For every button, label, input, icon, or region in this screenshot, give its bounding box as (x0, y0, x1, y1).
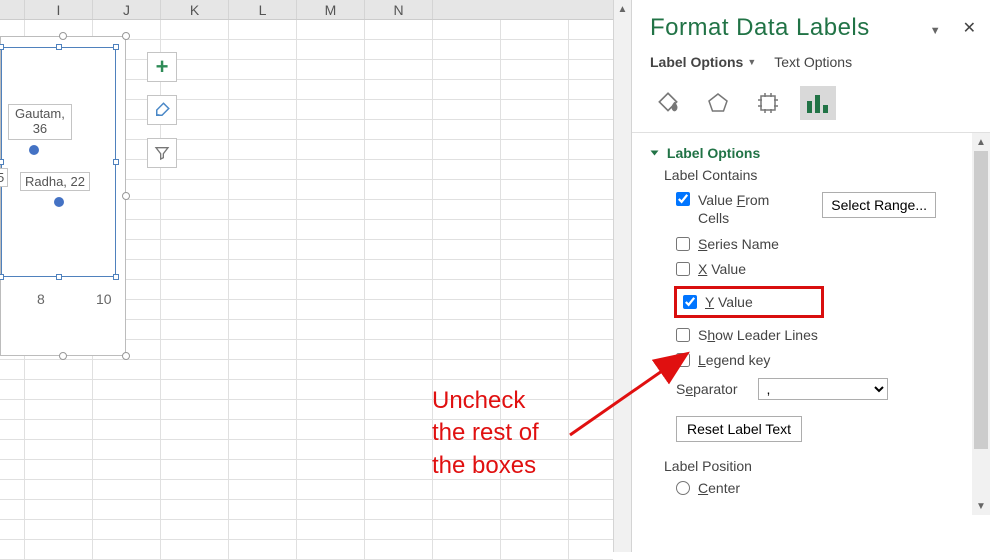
label-contains-heading: Label Contains (664, 167, 948, 183)
bar-chart-icon (805, 91, 831, 115)
col-header[interactable]: I (25, 0, 93, 19)
checkbox-x-value[interactable]: X Value (676, 261, 948, 277)
chart-object[interactable]: Gautam,36 5 Radha, 22 8 10 (0, 36, 126, 356)
chart-filters-button[interactable] (147, 138, 177, 168)
checkbox-label: Legend key (698, 352, 770, 368)
separator-label: Separator (676, 381, 738, 397)
annotation-text: Uncheckthe rest ofthe boxes (432, 385, 539, 482)
resize-handle[interactable] (59, 32, 67, 40)
checkbox[interactable] (676, 353, 690, 367)
caret-down-icon (651, 151, 659, 156)
checkbox-y-value[interactable]: Y Value (683, 294, 815, 310)
pane-category-icons (632, 76, 990, 133)
format-data-labels-pane: Format Data Labels ▼ ✕ Label Options ▼ T… (631, 0, 990, 552)
checkbox[interactable] (676, 328, 690, 342)
chart-data-point[interactable] (54, 197, 64, 207)
plot-handle[interactable] (0, 44, 4, 50)
tab-text: Text Options (774, 54, 852, 70)
annotation-highlight-box: Y Value (674, 286, 824, 318)
size-properties-icon[interactable] (750, 86, 786, 120)
label-options-icon[interactable] (800, 86, 836, 120)
tab-text: Label Options (650, 54, 743, 70)
scroll-up-icon[interactable]: ▲ (972, 133, 990, 151)
plot-handle[interactable] (56, 44, 62, 50)
chart-plot-area[interactable]: Gautam,36 5 Radha, 22 (1, 47, 116, 277)
checkbox-show-leader-lines[interactable]: Show Leader Lines (676, 327, 948, 343)
chart-styles-button[interactable] (147, 95, 177, 125)
plot-handle[interactable] (0, 159, 4, 165)
plot-handle[interactable] (113, 44, 119, 50)
chart-data-point[interactable] (29, 145, 39, 155)
plus-icon: + (156, 54, 169, 80)
chart-data-label[interactable]: 5 (0, 168, 8, 187)
scroll-up-icon[interactable]: ▲ (614, 0, 631, 18)
chart-data-label[interactable]: Radha, 22 (20, 172, 90, 191)
label-text: 5 (0, 170, 4, 185)
sheet-vertical-scrollbar[interactable]: ▲ (613, 0, 631, 552)
checkbox-label: Series Name (698, 236, 779, 252)
pane-vertical-scrollbar[interactable]: ▲ ▼ (972, 133, 990, 515)
checkbox-label: Y Value (705, 294, 753, 310)
fill-line-icon[interactable] (650, 86, 686, 120)
close-button[interactable]: ✕ (963, 18, 976, 38)
resize-handle[interactable] (122, 352, 130, 360)
chart-data-label[interactable]: Gautam,36 (8, 104, 72, 140)
checkbox-label: Value FromCells (698, 192, 769, 227)
col-header[interactable]: M (297, 0, 365, 19)
chart-element-buttons: + (147, 52, 177, 181)
axis-tick: 8 (37, 291, 45, 307)
checkbox[interactable] (683, 295, 697, 309)
plot-handle[interactable] (113, 274, 119, 280)
checkbox[interactable] (676, 192, 690, 206)
plot-handle[interactable] (113, 159, 119, 165)
checkbox[interactable] (676, 237, 690, 251)
col-header[interactable]: K (161, 0, 229, 19)
select-range-button[interactable]: Select Range... (822, 192, 936, 218)
pentagon-icon (706, 91, 730, 115)
separator-row: Separator , (676, 378, 948, 400)
plot-handle[interactable] (0, 274, 4, 280)
col-header[interactable]: L (229, 0, 297, 19)
scroll-down-icon[interactable]: ▼ (972, 497, 990, 515)
radio-center[interactable]: Center (676, 480, 948, 496)
label-text: Gautam,36 (15, 106, 65, 136)
column-headers: I J K L M N (0, 0, 613, 20)
label-text: Radha, 22 (25, 174, 85, 189)
label-position-heading: Label Position (664, 458, 948, 474)
reset-label-text-button[interactable]: Reset Label Text (676, 416, 802, 442)
size-icon (756, 91, 780, 115)
checkbox-label: Show Leader Lines (698, 327, 818, 343)
checkbox-label: X Value (698, 261, 746, 277)
col-header-blank (0, 0, 25, 19)
radio[interactable] (676, 481, 690, 495)
effects-icon[interactable] (700, 86, 736, 120)
chevron-down-icon: ▼ (747, 57, 756, 67)
tab-text-options[interactable]: Text Options (774, 54, 852, 70)
axis-tick: 10 (96, 291, 112, 307)
pane-title: Format Data Labels (650, 14, 930, 42)
checkbox-legend-key[interactable]: Legend key (676, 352, 948, 368)
checkbox-value-from-cells[interactable]: Value FromCells Select Range... (676, 192, 948, 227)
resize-handle[interactable] (59, 352, 67, 360)
pane-content: Label Options Label Contains Value FromC… (632, 133, 956, 496)
filter-icon (154, 145, 170, 161)
tab-label-options[interactable]: Label Options ▼ (650, 54, 756, 70)
chart-elements-button[interactable]: + (147, 52, 177, 82)
checkbox-series-name[interactable]: Series Name (676, 236, 948, 252)
resize-handle[interactable] (122, 32, 130, 40)
section-label-options[interactable]: Label Options (652, 145, 948, 161)
checkbox[interactable] (676, 262, 690, 276)
col-header[interactable]: N (365, 0, 433, 19)
radio-label: Center (698, 480, 740, 496)
section-heading: Label Options (667, 145, 760, 161)
pane-options-caret-icon[interactable]: ▼ (930, 25, 941, 37)
brush-icon (153, 101, 171, 119)
scroll-thumb[interactable] (974, 151, 988, 449)
resize-handle[interactable] (122, 192, 130, 200)
separator-select[interactable]: , (758, 378, 888, 400)
paint-bucket-icon (655, 90, 681, 116)
plot-handle[interactable] (56, 274, 62, 280)
col-header[interactable]: J (93, 0, 161, 19)
